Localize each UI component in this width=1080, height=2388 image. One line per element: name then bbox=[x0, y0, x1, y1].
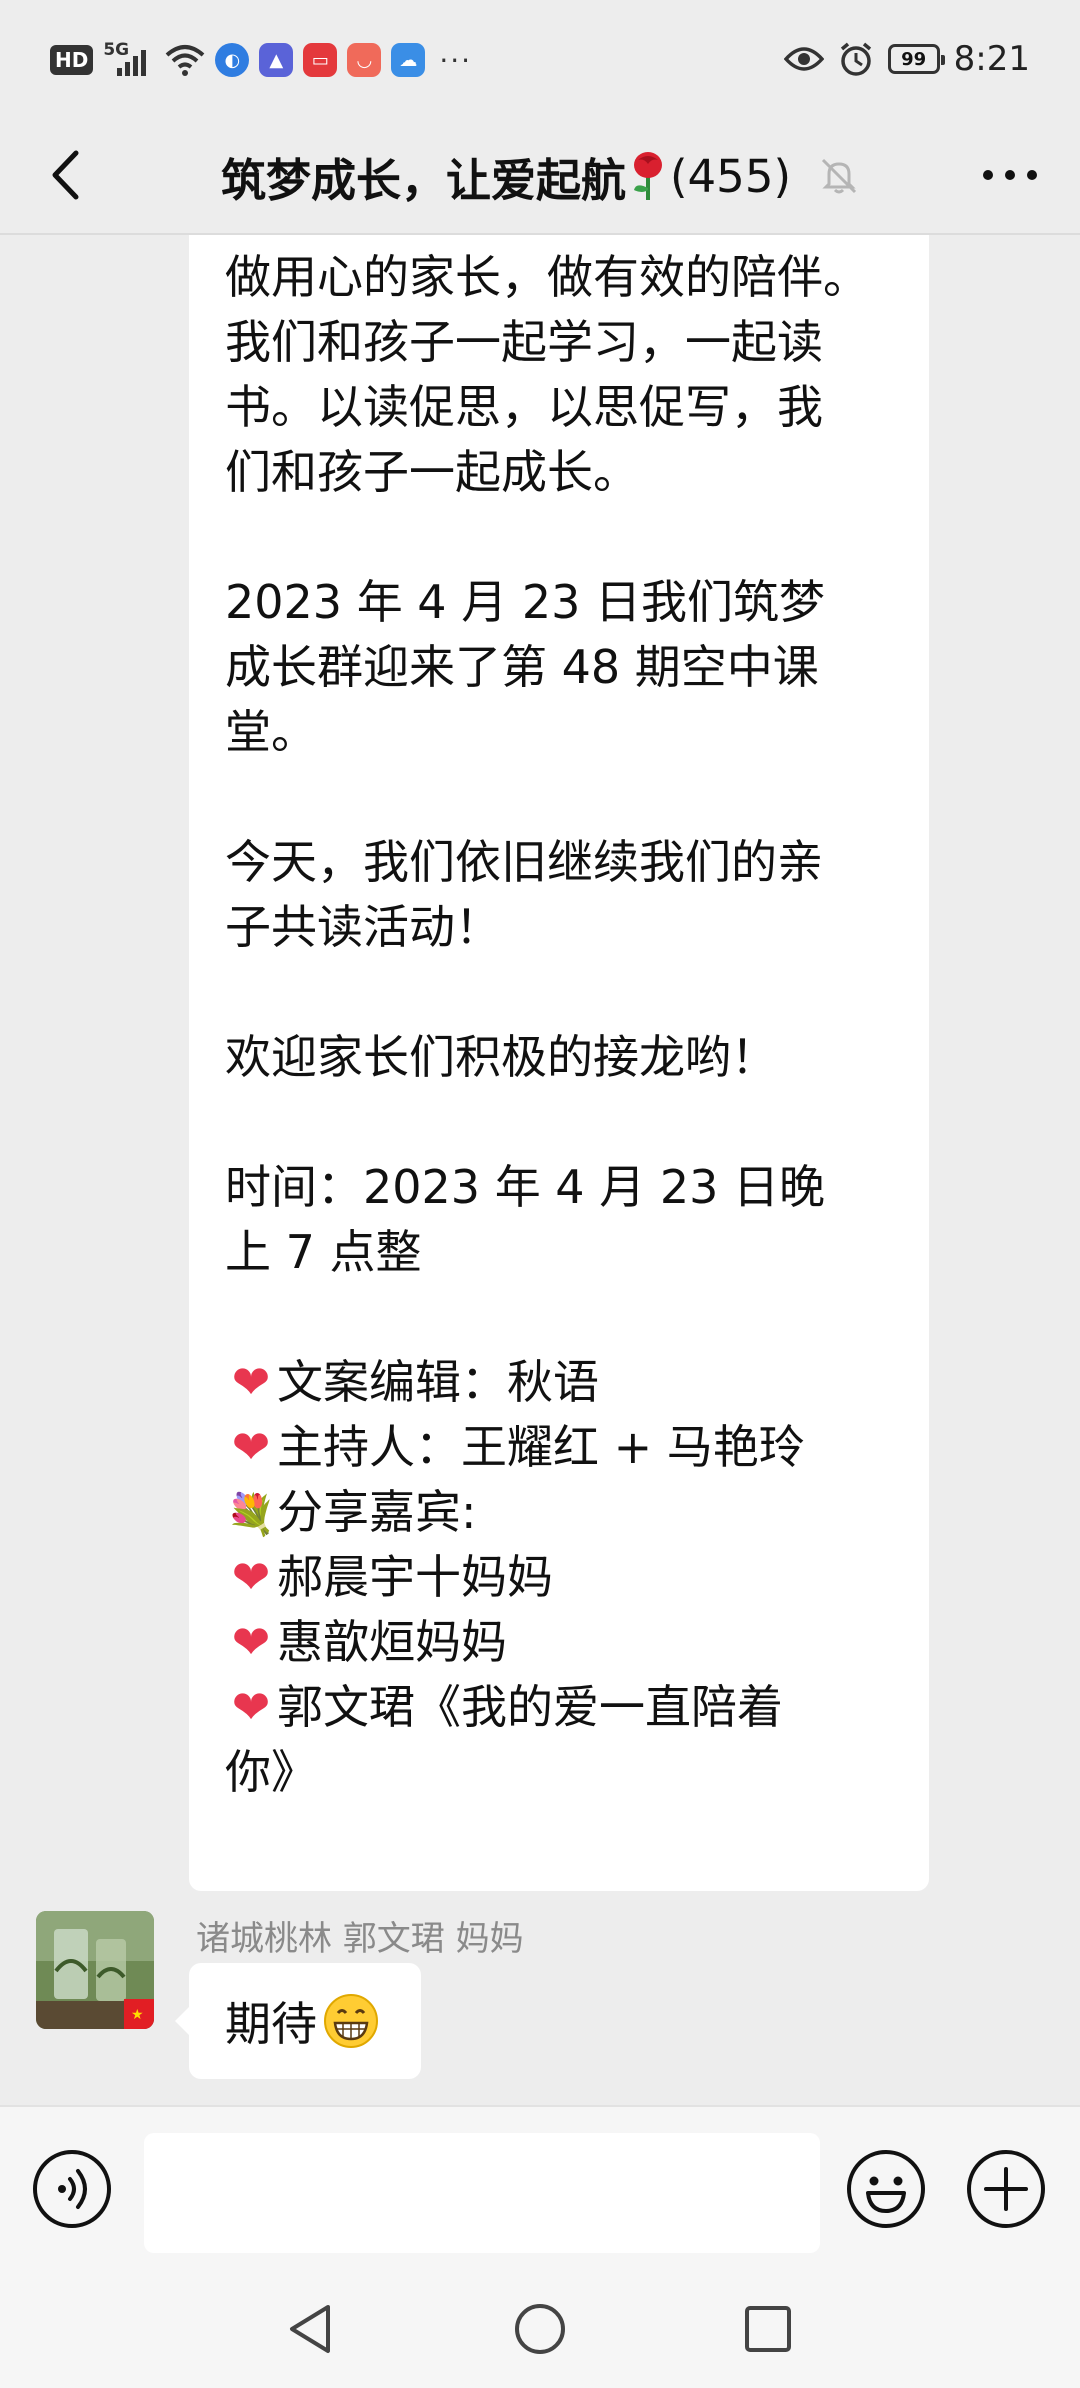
grinning-face-icon bbox=[324, 1994, 378, 2048]
message-line bbox=[225, 505, 899, 570]
system-nav-bar bbox=[0, 2275, 1080, 2388]
plus-button[interactable] bbox=[966, 2149, 1046, 2229]
message-input[interactable] bbox=[144, 2133, 820, 2253]
plus-icon bbox=[967, 2150, 1045, 2228]
message-line: 你》 bbox=[225, 1745, 317, 1799]
message-text: 期待 bbox=[225, 1997, 317, 2051]
svg-text:★: ★ bbox=[131, 2007, 144, 2023]
message-line: 做用心的家长，做有效的陪伴。 bbox=[225, 250, 869, 304]
voice-icon bbox=[33, 2150, 111, 2228]
message-line bbox=[225, 960, 899, 1025]
message-line: 时间：2023 年 4 月 23 日晚 bbox=[225, 1160, 825, 1214]
message-line: 子共读活动！ bbox=[225, 900, 501, 954]
message-line: 成长群迎来了第 48 期空中课 bbox=[225, 640, 819, 694]
app-icon-bag: ◡ bbox=[347, 43, 382, 77]
message-line: 2023 年 4 月 23 日我们筑梦 bbox=[225, 575, 825, 629]
back-icon bbox=[52, 150, 79, 200]
battery-icon: 99 bbox=[887, 44, 945, 74]
list-item: ❤ 郝晨宇十妈妈 bbox=[225, 1545, 899, 1610]
more-dots-icon: ··· bbox=[439, 43, 473, 77]
heart-icon: ❤ bbox=[231, 1680, 271, 1734]
sender-name: 诸城桃林 郭文珺 妈妈 bbox=[196, 1919, 524, 1959]
list-item: ❤ 郭文珺《我的爱一直陪着 bbox=[225, 1675, 899, 1740]
message-line: 我们和孩子一起学习，一起读 bbox=[225, 315, 823, 369]
status-bar: HD 5G ◐ ▲ ▭ ◡ ☁ ··· 99 8:21 bbox=[0, 0, 1080, 118]
message-line bbox=[225, 1090, 899, 1155]
message-text: 做用心的家长，做有效的陪伴。 我们和孩子一起学习，一起读 书。以读促思，以思促写… bbox=[225, 245, 899, 1805]
nav-home-button[interactable] bbox=[510, 2299, 570, 2359]
message-line: 堂。 bbox=[225, 705, 317, 759]
emoji-button[interactable] bbox=[846, 2149, 926, 2229]
message-bubble[interactable]: 期待 bbox=[175, 1963, 421, 2079]
more-icon bbox=[983, 170, 1037, 180]
member-count: (455) bbox=[670, 149, 792, 203]
wifi-icon bbox=[166, 45, 205, 76]
signal-icon: 5G bbox=[103, 40, 155, 80]
app-icon-edu: ▲ bbox=[259, 43, 294, 77]
app-icon-cloud: ☁ bbox=[391, 43, 426, 77]
heart-icon: ❤ bbox=[231, 1550, 271, 1604]
message-line bbox=[225, 1285, 899, 1350]
message-line: 今天，我们依旧继续我们的亲 bbox=[225, 835, 823, 889]
message-line: 们和孩子一起成长。 bbox=[225, 445, 639, 499]
rose-icon bbox=[634, 152, 662, 200]
app-icon-globe: ◐ bbox=[215, 43, 250, 77]
more-button[interactable] bbox=[970, 140, 1050, 210]
nav-back-icon bbox=[290, 2305, 330, 2353]
status-right: 99 8:21 bbox=[783, 36, 1030, 82]
heart-icon: ❤ bbox=[231, 1615, 271, 1669]
emoji-icon bbox=[847, 2150, 925, 2228]
alarm-icon bbox=[840, 42, 871, 76]
nav-recent-icon bbox=[745, 2306, 791, 2352]
message-line: 上 7 点整 bbox=[225, 1225, 422, 1279]
heart-icon: ❤ bbox=[231, 1420, 271, 1474]
app-icon-red: ▭ bbox=[303, 43, 338, 77]
input-bar bbox=[0, 2105, 1080, 2277]
message-line: 书。以读促思，以思促写，我 bbox=[225, 380, 823, 434]
message-line: 欢迎家长们积极的接龙哟！ bbox=[225, 1030, 777, 1084]
eye-icon bbox=[783, 47, 824, 71]
voice-button[interactable] bbox=[32, 2149, 112, 2229]
nav-recent-button[interactable] bbox=[738, 2299, 798, 2359]
back-button[interactable] bbox=[30, 140, 100, 210]
avatar[interactable]: ★ bbox=[36, 1911, 154, 2029]
hd-icon: HD bbox=[50, 45, 94, 75]
message-line bbox=[225, 765, 899, 830]
bouquet-icon: 💐 bbox=[226, 1492, 276, 1538]
chat-name: 筑梦成长，让爱起航 bbox=[220, 153, 626, 207]
list-item: ❤ 惠歆烜妈妈 bbox=[225, 1610, 899, 1675]
nav-back-button[interactable] bbox=[282, 2299, 342, 2359]
chat-title: 筑梦成长，让爱起航 (455) bbox=[120, 118, 960, 234]
mute-bell-icon bbox=[821, 158, 857, 194]
list-item: ❤ 文案编辑：秋语 bbox=[225, 1350, 899, 1415]
message-bubble[interactable]: 做用心的家长，做有效的陪伴。 我们和孩子一起学习，一起读 书。以读促思，以思促写… bbox=[189, 235, 929, 1891]
status-left: HD 5G ◐ ▲ ▭ ◡ ☁ ··· bbox=[50, 38, 472, 82]
nav-home-icon bbox=[515, 2304, 565, 2354]
chat-header: 筑梦成长，让爱起航 (455) bbox=[0, 118, 1080, 234]
message-list[interactable]: 做用心的家长，做有效的陪伴。 我们和孩子一起学习，一起读 书。以读促思，以思促写… bbox=[0, 235, 1080, 2105]
clock: 8:21 bbox=[953, 39, 1030, 79]
list-item: 💐分享嘉宾: bbox=[225, 1480, 899, 1545]
list-item: ❤ 主持人：王耀红 + 马艳玲 bbox=[225, 1415, 899, 1480]
heart-icon: ❤ bbox=[231, 1355, 271, 1409]
